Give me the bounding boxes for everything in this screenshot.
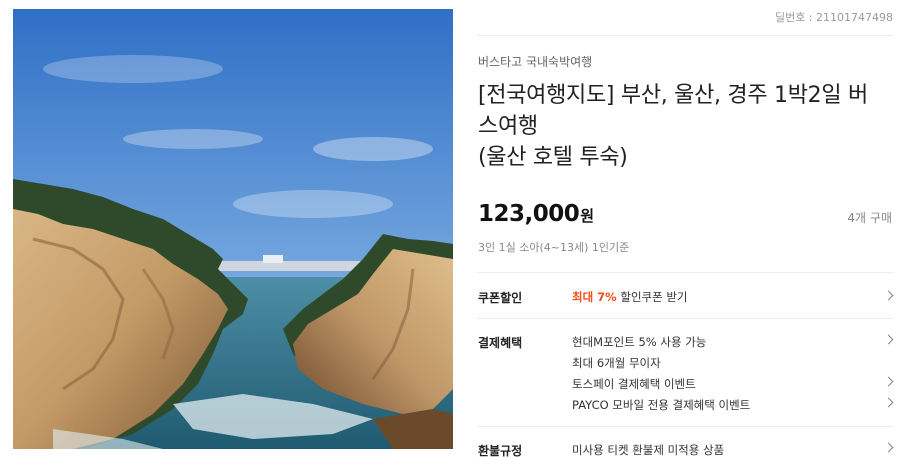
coupon-text[interactable]: 최대 7% 할인쿠폰 받기 xyxy=(572,289,688,305)
price-unit: 원 xyxy=(580,207,595,225)
chevron-right-icon[interactable] xyxy=(883,376,894,387)
price-amount: 123,000 xyxy=(478,201,580,227)
chevron-right-icon[interactable] xyxy=(883,290,894,301)
coastal-rocks-photo xyxy=(13,9,453,449)
price-note: 3인 1실 소아(4~13세) 1인기준 xyxy=(478,241,630,254)
payment-benefit-item: 최대 6개월 무이자 xyxy=(572,356,661,370)
purchase-count: 4개 구매 xyxy=(847,211,892,225)
product-title: [전국여행지도] 부산, 울산, 경주 1박2일 버 스여행 (울산 호텔 투숙… xyxy=(478,80,883,173)
seller-name[interactable]: 버스타고 국내숙박여행 xyxy=(478,53,592,70)
coupon-action: 할인쿠폰 받기 xyxy=(616,290,688,304)
deal-number: 딜번호 : 21101747498 xyxy=(774,11,893,24)
chevron-right-icon[interactable] xyxy=(883,397,894,408)
product-title-line: [전국여행지도] 부산, 울산, 경주 1박2일 버 xyxy=(478,83,868,108)
divider xyxy=(477,318,893,319)
payment-benefit-item[interactable]: 현대M포인트 5% 사용 가능 xyxy=(572,334,706,350)
divider xyxy=(477,426,893,427)
refund-text: 미사용 티켓 환불제 미적용 상품 xyxy=(572,443,725,457)
payment-label: 결제혜택 xyxy=(478,336,523,350)
divider xyxy=(477,272,893,273)
coupon-max-rate: 최대 7% xyxy=(572,290,617,304)
divider xyxy=(477,35,893,36)
chevron-right-icon[interactable] xyxy=(883,442,894,453)
product-title-line: (울산 호텔 투숙) xyxy=(478,145,628,170)
payment-benefit-item[interactable]: PAYCO 모바일 전용 결제혜택 이벤트 xyxy=(572,397,750,413)
chevron-right-icon[interactable] xyxy=(883,334,894,345)
product-photo[interactable] xyxy=(13,9,453,449)
payment-benefit-item[interactable]: 토스페이 결제혜택 이벤트 xyxy=(572,376,696,392)
product-title-line: 스여행 xyxy=(478,114,538,139)
refund-label: 환불규정 xyxy=(478,444,523,457)
coupon-label: 쿠폰할인 xyxy=(478,291,523,305)
price: 123,000 원 xyxy=(478,201,594,227)
